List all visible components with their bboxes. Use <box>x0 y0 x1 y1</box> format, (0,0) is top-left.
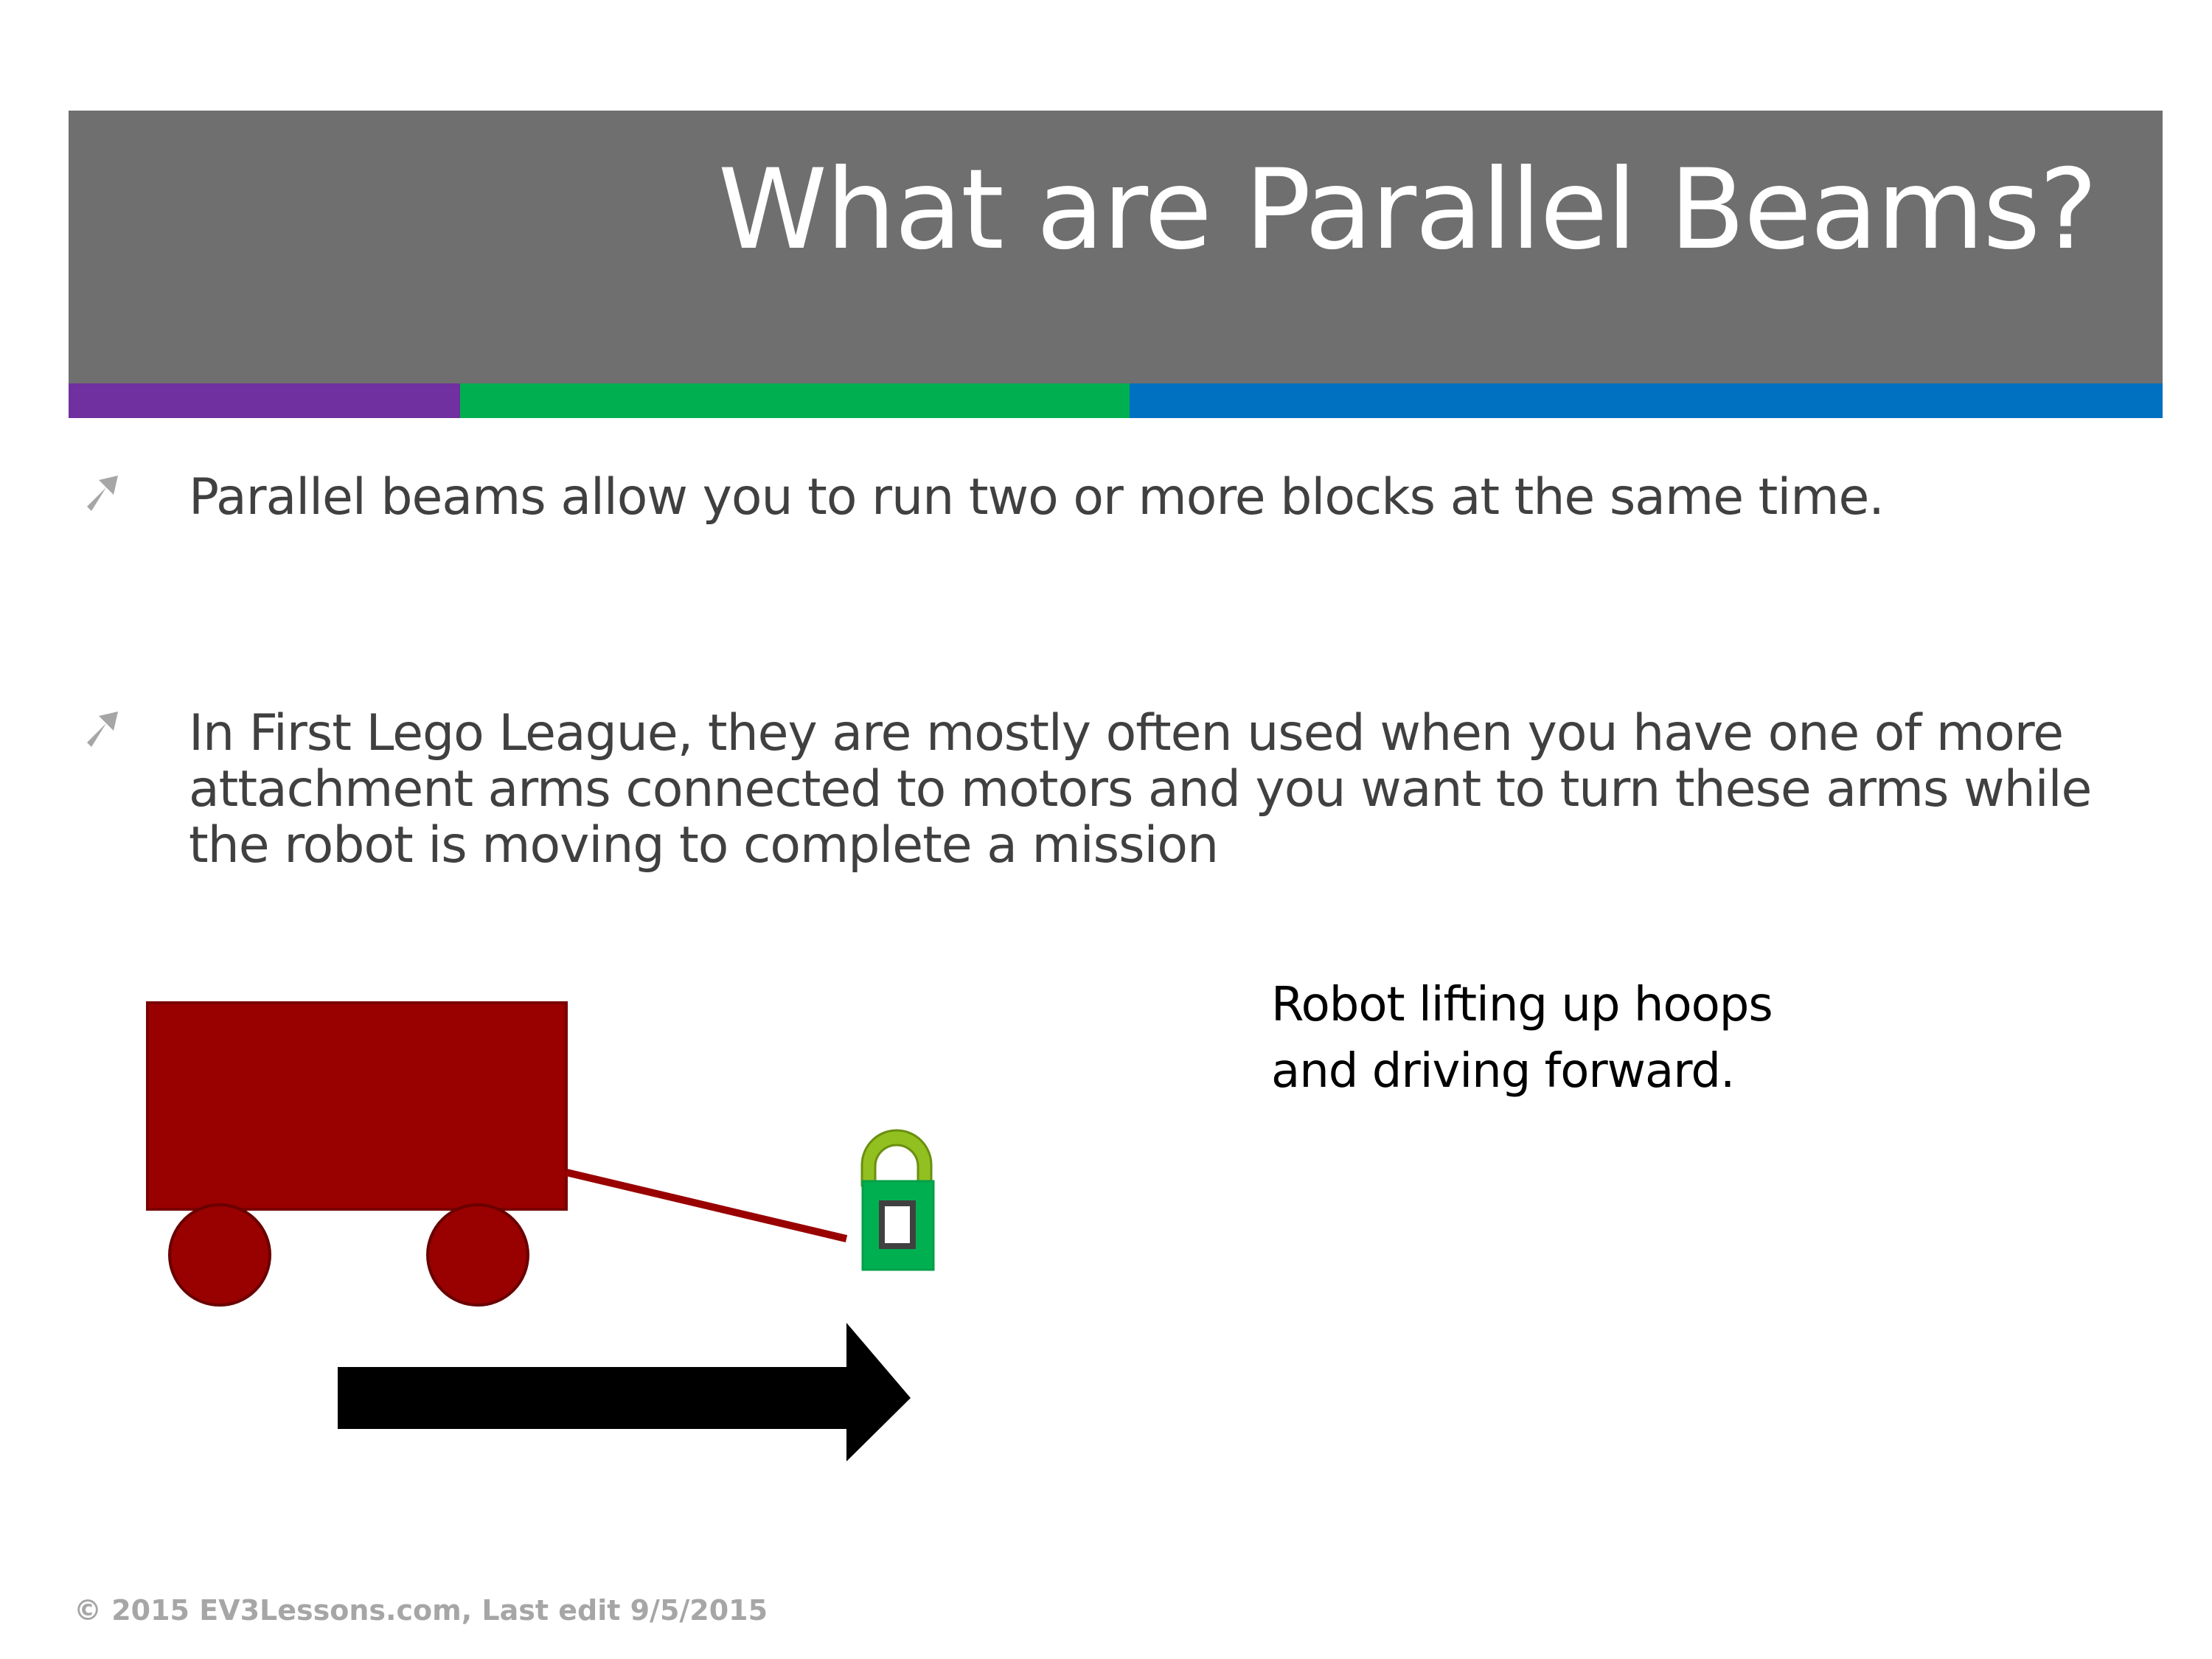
bullet-item: Parallel beams allow you to run two or m… <box>80 470 2115 536</box>
attachment-arm <box>565 1169 848 1242</box>
accent-green <box>460 383 1130 418</box>
bullet-text: Parallel beams allow you to run two or m… <box>189 468 1885 526</box>
robot-wheel-right <box>426 1203 529 1307</box>
accent-purple <box>69 383 460 418</box>
title-bar: What are Parallel Beams? <box>69 111 2163 383</box>
hoop <box>860 1129 935 1271</box>
motion-arrow <box>338 1323 911 1461</box>
footer-copyright: © 2015 EV3Lessons.com, Last edit 9/5/201… <box>74 1594 768 1627</box>
bullet-item: In First Lego League, they are mostly of… <box>80 706 2115 883</box>
hoop-window <box>879 1200 916 1249</box>
hoop-handle <box>860 1129 933 1187</box>
robot-wheel-left <box>168 1203 271 1307</box>
robot-illustration <box>146 1001 935 1461</box>
accent-blue <box>1130 383 2163 418</box>
bullet-text: In First Lego League, they are mostly of… <box>189 704 2092 874</box>
robot <box>146 1001 848 1307</box>
arrow-up-right-icon <box>87 712 118 747</box>
robot-body <box>146 1001 568 1211</box>
accent-strip <box>69 383 2163 418</box>
slide-title: What are Parallel Beams? <box>717 146 2098 274</box>
illustration-caption: Robot lifting up hoops and driving forwa… <box>1271 978 1773 1099</box>
arrow-up-right-icon <box>87 476 118 511</box>
